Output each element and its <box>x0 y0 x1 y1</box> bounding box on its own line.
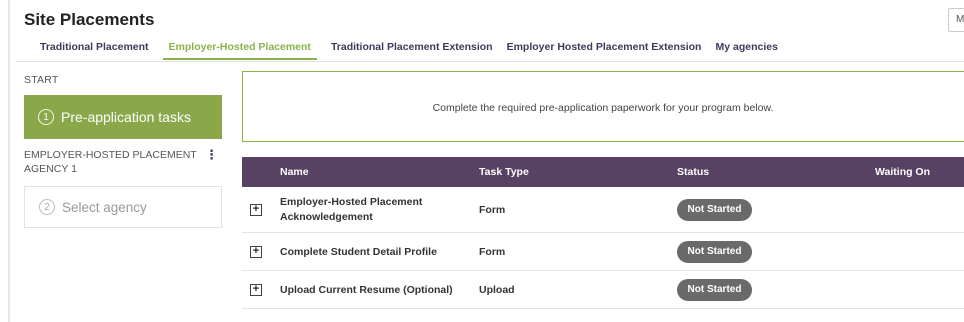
tab-my-agencies[interactable]: My agencies <box>715 40 777 60</box>
tasks-table: Name Task Type Status Waiting On + Emplo… <box>242 157 964 309</box>
top-right-button[interactable]: M <box>948 8 964 32</box>
column-header-name[interactable]: Name <box>280 166 309 178</box>
status-badge: Not Started <box>677 279 752 301</box>
column-header-task-type[interactable]: Task Type <box>479 166 529 178</box>
page-title: Site Placements <box>24 10 155 29</box>
expand-row-icon[interactable]: + <box>250 246 262 258</box>
tab-employer-hosted-placement-extension[interactable]: Employer Hosted Placement Extension <box>507 40 702 60</box>
tab-traditional-placement[interactable]: Traditional Placement <box>40 40 149 60</box>
table-row[interactable]: + Employer-Hosted Placement Acknowledgem… <box>242 187 964 233</box>
expand-row-icon[interactable]: + <box>250 204 262 216</box>
left-edge-bar <box>8 0 10 322</box>
step-label: Pre-application tasks <box>61 109 191 125</box>
kebab-menu-icon[interactable]: ⋮ <box>205 148 218 164</box>
tab-traditional-placement-extension[interactable]: Traditional Placement Extension <box>331 40 493 60</box>
column-header-status[interactable]: Status <box>677 166 709 178</box>
tabs-divider <box>16 61 964 62</box>
table-row[interactable]: + Complete Student Detail Profile Form N… <box>242 233 964 271</box>
task-name[interactable]: Employer-Hosted Placement Acknowledgemen… <box>280 195 450 225</box>
step-number-1-icon: 1 <box>38 109 54 125</box>
task-name[interactable]: Complete Student Detail Profile <box>280 246 437 258</box>
task-type: Form <box>479 204 506 216</box>
table-row[interactable]: + Upload Current Resume (Optional) Uploa… <box>242 271 964 309</box>
banner-text: Complete the required pre-application pa… <box>432 102 774 114</box>
task-type: Upload <box>479 284 515 296</box>
step-select-agency[interactable]: 2 Select agency <box>24 186 222 228</box>
agency-group-label: EMPLOYER-HOSTED PLACEMENT AGENCY 1 <box>24 149 197 175</box>
step-label: Select agency <box>62 199 147 215</box>
expand-row-icon[interactable]: + <box>250 284 262 296</box>
instructions-banner: Complete the required pre-application pa… <box>242 71 964 142</box>
table-header: Name Task Type Status Waiting On <box>242 157 964 187</box>
status-badge: Not Started <box>677 199 752 221</box>
step-number-2-icon: 2 <box>39 199 55 215</box>
task-name[interactable]: Upload Current Resume (Optional) <box>280 284 453 296</box>
step-pre-application-tasks[interactable]: 1 Pre-application tasks <box>24 95 222 139</box>
column-header-waiting-on[interactable]: Waiting On <box>875 166 930 178</box>
task-type: Form <box>479 246 506 258</box>
tab-employer-hosted-placement[interactable]: Employer-Hosted Placement <box>162 40 317 60</box>
start-label: START <box>24 74 59 86</box>
placement-tabs: Traditional Placement Employer-Hosted Pl… <box>40 40 778 60</box>
status-badge: Not Started <box>677 241 752 263</box>
